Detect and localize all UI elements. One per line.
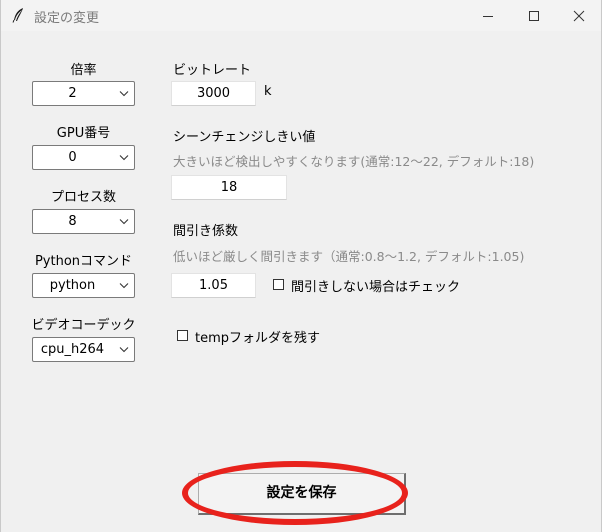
minimize-icon — [483, 15, 493, 17]
codec-label: ビデオコーデック — [31, 318, 136, 333]
gpu-select-value: 0 — [68, 150, 77, 165]
bitrate-unit: k — [264, 84, 272, 99]
python-select[interactable]: python — [32, 273, 135, 298]
thinning-factor-input[interactable]: 1.05 — [171, 273, 256, 298]
chevron-down-icon — [119, 219, 129, 225]
scene-threshold-label: シーンチェンジしきい値 — [173, 130, 316, 145]
python-select-value: python — [49, 278, 96, 293]
scene-threshold-hint: 大きいほど検出しやすくなります(通常:12～22, デフォルト:18) — [173, 154, 535, 169]
thinning-factor-label: 間引き係数 — [173, 224, 239, 239]
scale-select-value: 2 — [68, 86, 77, 101]
chevron-down-icon — [119, 347, 129, 353]
gpu-select[interactable]: 0 — [32, 145, 135, 170]
bitrate-input[interactable]: 3000 — [171, 81, 256, 106]
close-button[interactable] — [556, 0, 601, 31]
maximize-button[interactable] — [511, 0, 557, 31]
process-label: プロセス数 — [50, 190, 116, 205]
chevron-down-icon — [119, 155, 129, 161]
save-settings-button[interactable]: 設定を保存 — [198, 473, 406, 515]
python-label: Pythonコマンド — [34, 254, 133, 269]
thinning-factor-hint: 低いほど厳しく間引きます（通常:0.8～1.2, デフォルト:1.05) — [173, 249, 525, 264]
scene-threshold-input[interactable]: 18 — [171, 175, 287, 200]
close-icon — [573, 10, 585, 21]
maximize-icon — [529, 10, 539, 21]
bitrate-label: ビットレート — [173, 63, 252, 78]
chevron-down-icon — [119, 91, 129, 97]
minimize-button[interactable] — [465, 0, 511, 31]
scale-select[interactable]: 2 — [32, 81, 135, 106]
no-thinning-checkbox[interactable] — [273, 279, 284, 290]
gpu-label: GPU番号 — [56, 126, 111, 141]
keep-temp-checkbox[interactable] — [177, 330, 188, 341]
process-select[interactable]: 8 — [32, 209, 135, 234]
no-thinning-checkbox-label[interactable]: 間引きしない場合はチェック — [291, 276, 460, 295]
scale-label: 倍率 — [70, 63, 97, 78]
feather-icon — [12, 8, 23, 23]
keep-temp-checkbox-label[interactable]: tempフォルダを残す — [195, 327, 320, 346]
codec-select[interactable]: cpu_h264 — [32, 337, 135, 362]
codec-select-value: cpu_h264 — [40, 342, 105, 357]
settings-window: 設定の変更 倍率 2 GPU番号 0 プロセス数 8 Pythonコマンド py… — [0, 0, 602, 532]
window-title: 設定の変更 — [34, 11, 100, 26]
process-select-value: 8 — [68, 214, 77, 229]
title-bar[interactable]: 設定の変更 — [1, 0, 601, 31]
chevron-down-icon — [119, 283, 129, 289]
